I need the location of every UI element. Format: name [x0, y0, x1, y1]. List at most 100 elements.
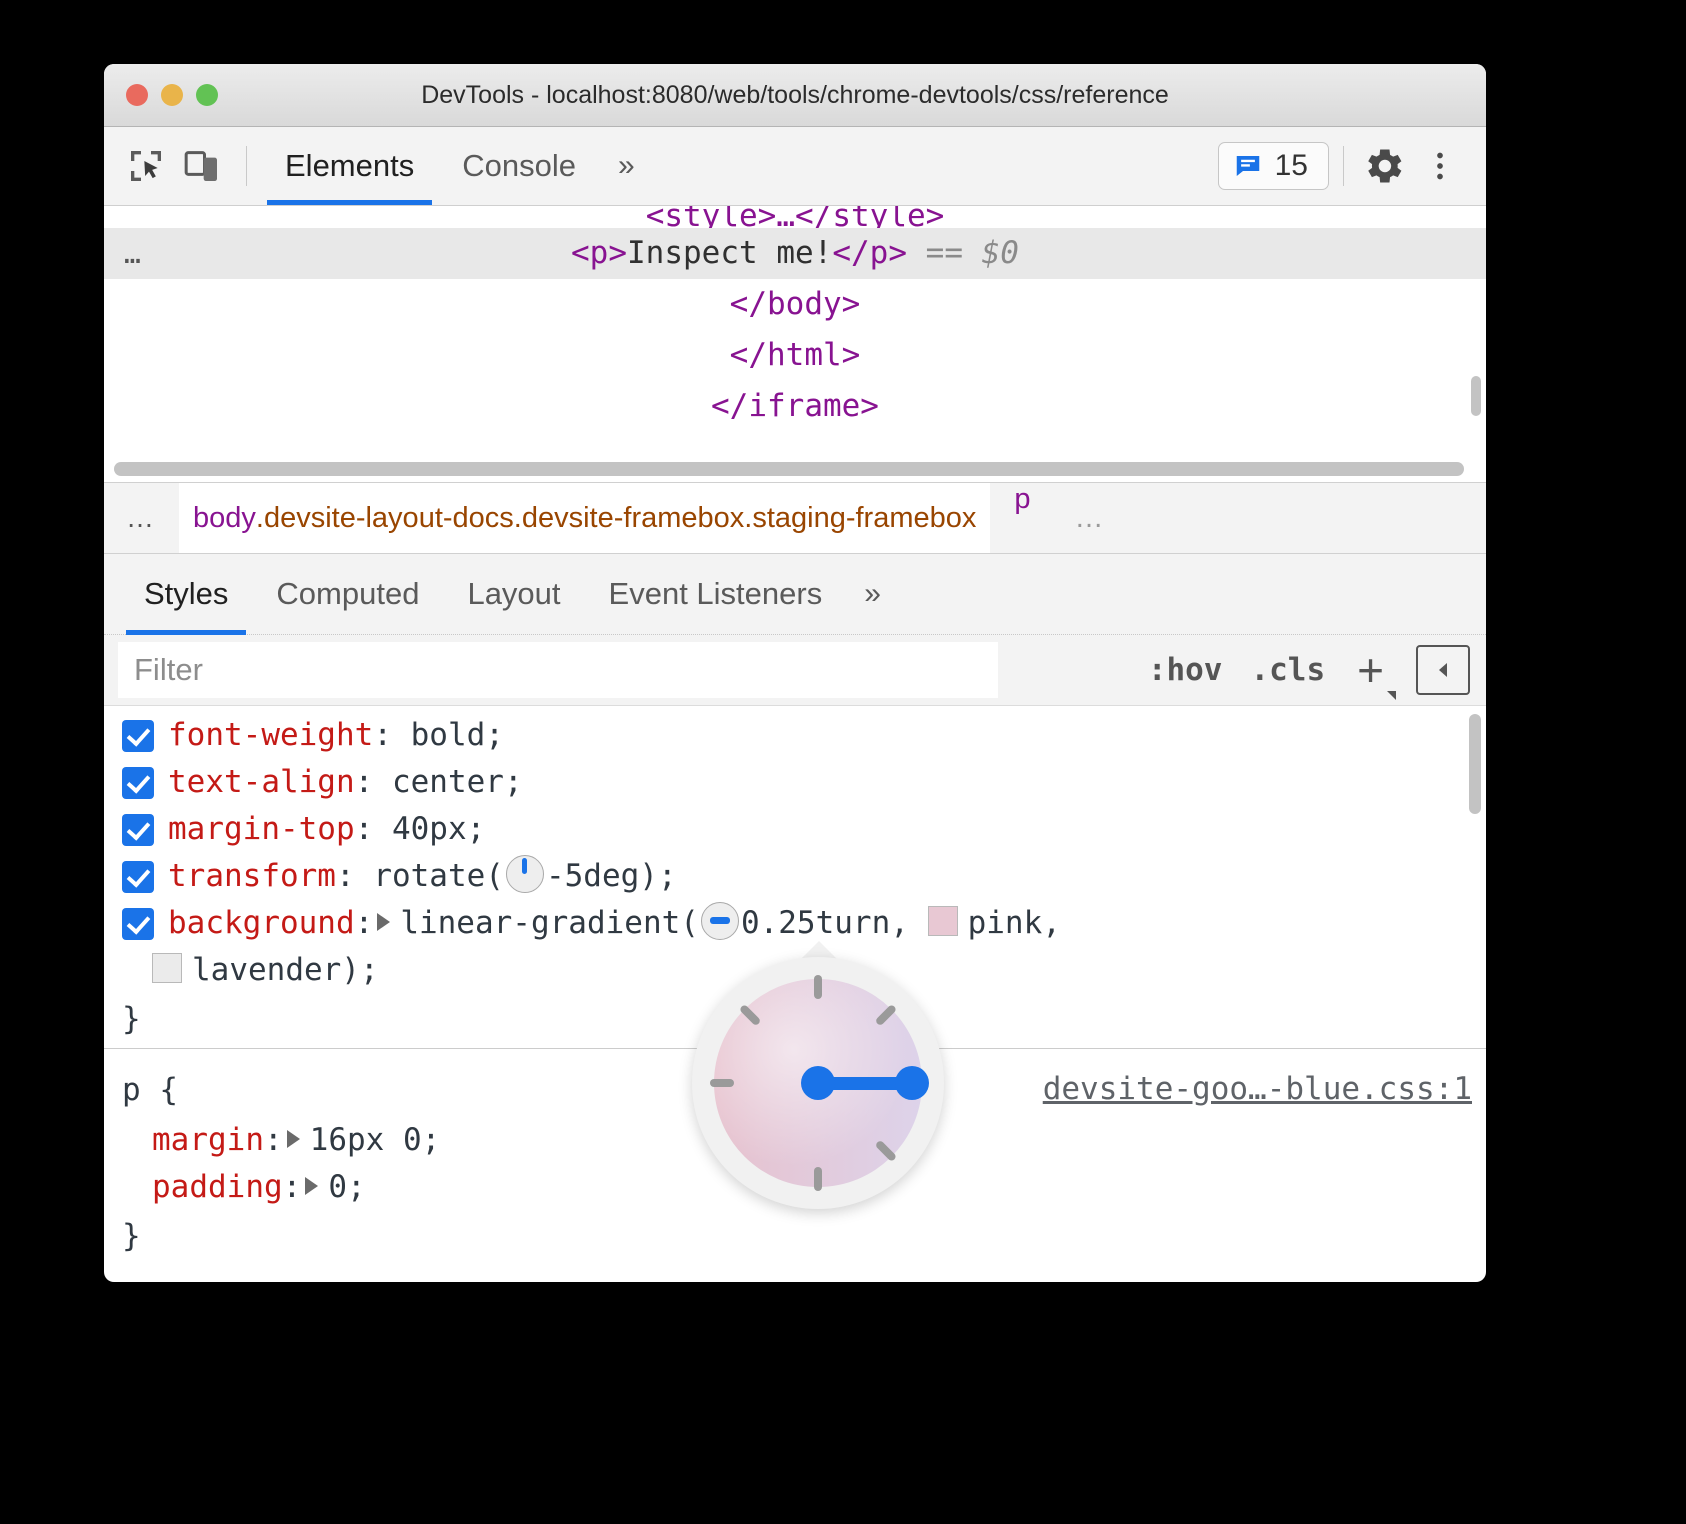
declaration-checkbox[interactable]	[122, 720, 154, 752]
toggle-element-classes-button[interactable]: .cls	[1240, 652, 1335, 688]
dom-node-p-selected[interactable]: … <p>Inspect me!</p> == $0	[104, 228, 1486, 279]
color-swatch-pink[interactable]	[928, 906, 958, 936]
property-name[interactable]: margin	[152, 1122, 264, 1158]
breadcrumb-item-body[interactable]: body.devsite-layout-docs.devsite-framebo…	[179, 483, 990, 553]
rule-closing-brace: }	[104, 1211, 1486, 1261]
tab-console[interactable]: Console	[438, 127, 600, 205]
toolbar-right-group: 15	[1218, 140, 1470, 192]
minimize-window-button[interactable]	[161, 84, 183, 106]
devtools-window: DevTools - localhost:8080/web/tools/chro…	[104, 64, 1486, 1282]
filter-input[interactable]	[118, 642, 998, 698]
window-titlebar: DevTools - localhost:8080/web/tools/chro…	[104, 64, 1486, 127]
declaration-text-align[interactable]: text-align: center;	[104, 759, 1486, 806]
more-tabs-icon[interactable]: »	[600, 149, 649, 183]
styles-filter-bar: :hov .cls +	[104, 635, 1486, 706]
declaration-checkbox[interactable]	[122, 861, 154, 893]
expand-shorthand-icon[interactable]	[305, 1177, 318, 1195]
tab-event-listeners[interactable]: Event Listeners	[585, 554, 847, 634]
dom-node-body-close[interactable]: </body>	[104, 279, 1486, 330]
device-toolbar-icon[interactable]	[176, 140, 228, 192]
tab-elements[interactable]: Elements	[261, 127, 438, 205]
gear-icon[interactable]	[1358, 140, 1410, 192]
sidebar-more-tabs-icon[interactable]: »	[846, 577, 895, 611]
property-name[interactable]: margin-top	[168, 811, 355, 847]
declaration-background-continuation[interactable]: lavender);	[104, 947, 1486, 994]
toolbar-divider	[246, 146, 247, 186]
declaration-padding[interactable]: padding:0;	[104, 1164, 1486, 1211]
dom-tree-pane[interactable]: <style>…</style> … <p>Inspect me!</p> ==…	[104, 206, 1486, 482]
property-name[interactable]: padding	[152, 1169, 283, 1205]
property-name[interactable]: text-align	[168, 764, 355, 800]
zoom-window-button[interactable]	[196, 84, 218, 106]
tab-computed[interactable]: Computed	[252, 554, 443, 634]
styles-vertical-scrollbar[interactable]	[1469, 714, 1481, 814]
property-separator: :	[355, 811, 392, 847]
dom-vertical-scrollbar[interactable]	[1471, 376, 1481, 416]
property-value-suffix[interactable]: -5deg);	[546, 858, 677, 894]
property-value-prefix: linear-gradient(	[400, 905, 699, 941]
color-swatch-lavender[interactable]	[152, 953, 182, 983]
dom-close-tag: </p>	[832, 235, 907, 271]
styles-rules-pane[interactable]: font-weight: bold; text-align: center; m…	[104, 706, 1486, 1266]
breadcrumb-overflow-left[interactable]: …	[104, 483, 179, 553]
dom-node-iframe-close-text: </iframe>	[711, 388, 879, 424]
angle-clock-icon[interactable]	[701, 902, 739, 940]
property-value[interactable]: 40px;	[392, 811, 485, 847]
traffic-light-group	[126, 84, 218, 106]
dom-horizontal-scrollbar[interactable]	[114, 462, 1464, 476]
declaration-checkbox[interactable]	[122, 767, 154, 799]
dom-node-html-close-text: </html>	[730, 337, 861, 373]
declaration-margin-top[interactable]: margin-top: 40px;	[104, 806, 1486, 853]
issues-count: 15	[1275, 149, 1308, 183]
issues-counter-button[interactable]: 15	[1218, 142, 1329, 190]
style-rule-p: p { devsite-goo…-blue.css:1 margin:16px …	[104, 1048, 1486, 1265]
property-value-prefix: rotate(	[373, 858, 504, 894]
new-style-rule-button[interactable]: +	[1343, 654, 1398, 686]
property-separator: :	[355, 764, 392, 800]
gradient-angle-value[interactable]: 0.25turn,	[741, 905, 909, 941]
inspect-cursor-icon[interactable]	[120, 140, 172, 192]
vertical-dots-icon[interactable]	[1414, 140, 1466, 192]
property-separator: :	[355, 905, 374, 941]
expand-shorthand-icon[interactable]	[377, 913, 390, 931]
breadcrumb-overflow-right[interactable]: …	[1055, 483, 1127, 553]
declaration-margin[interactable]: margin:16px 0;	[104, 1117, 1486, 1164]
dom-node-iframe-close[interactable]: </iframe>	[104, 381, 1486, 432]
window-title: DevTools - localhost:8080/web/tools/chro…	[104, 81, 1486, 110]
stylesheet-source-link[interactable]: devsite-goo…-blue.css:1	[1043, 1071, 1472, 1107]
dom-node-body-close-text: </body>	[730, 286, 861, 322]
property-value[interactable]: center;	[392, 764, 523, 800]
styles-sidebar-tabs: Styles Computed Layout Event Listeners »	[104, 554, 1486, 635]
rule-closing-brace: }	[104, 994, 1486, 1044]
property-value[interactable]: 0;	[328, 1169, 365, 1205]
declaration-checkbox[interactable]	[122, 908, 154, 940]
expand-shorthand-icon[interactable]	[287, 1130, 300, 1148]
declaration-background[interactable]: background: linear-gradient( 0.25turn, pin…	[104, 900, 1486, 947]
property-separator: :	[336, 858, 373, 894]
toggle-pseudo-states-button[interactable]: :hov	[1138, 652, 1233, 688]
dom-row-ellipsis[interactable]: …	[124, 228, 144, 279]
dom-open-tag: <p>	[571, 235, 627, 271]
gradient-color-2[interactable]: lavender);	[192, 952, 379, 988]
devtools-main-toolbar: Elements Console » 15	[104, 127, 1486, 206]
close-window-button[interactable]	[126, 84, 148, 106]
breadcrumb-item-p[interactable]: p	[990, 483, 1054, 553]
tab-layout[interactable]: Layout	[443, 554, 584, 634]
sidebar-toggle-icon[interactable]	[1416, 645, 1470, 695]
declaration-checkbox[interactable]	[122, 814, 154, 846]
dom-node-html-close[interactable]: </html>	[104, 330, 1486, 381]
toolbar-divider-2	[1343, 146, 1344, 186]
property-value[interactable]: 16px 0;	[310, 1122, 441, 1158]
dom-node-style[interactable]: <style>…</style>	[104, 206, 1486, 228]
tab-styles[interactable]: Styles	[120, 554, 252, 634]
screen: DevTools - localhost:8080/web/tools/chro…	[0, 0, 1686, 1524]
property-name[interactable]: background	[168, 905, 355, 941]
declaration-font-weight[interactable]: font-weight: bold;	[104, 712, 1486, 759]
property-name[interactable]: transform	[168, 858, 336, 894]
property-value[interactable]: bold;	[411, 717, 504, 753]
gradient-color-1[interactable]: pink,	[968, 905, 1061, 941]
declaration-transform[interactable]: transform: rotate( -5deg);	[104, 853, 1486, 900]
angle-clock-icon[interactable]	[506, 855, 544, 893]
property-name[interactable]: font-weight	[168, 717, 373, 753]
filter-bar-actions: :hov .cls +	[1138, 645, 1486, 695]
